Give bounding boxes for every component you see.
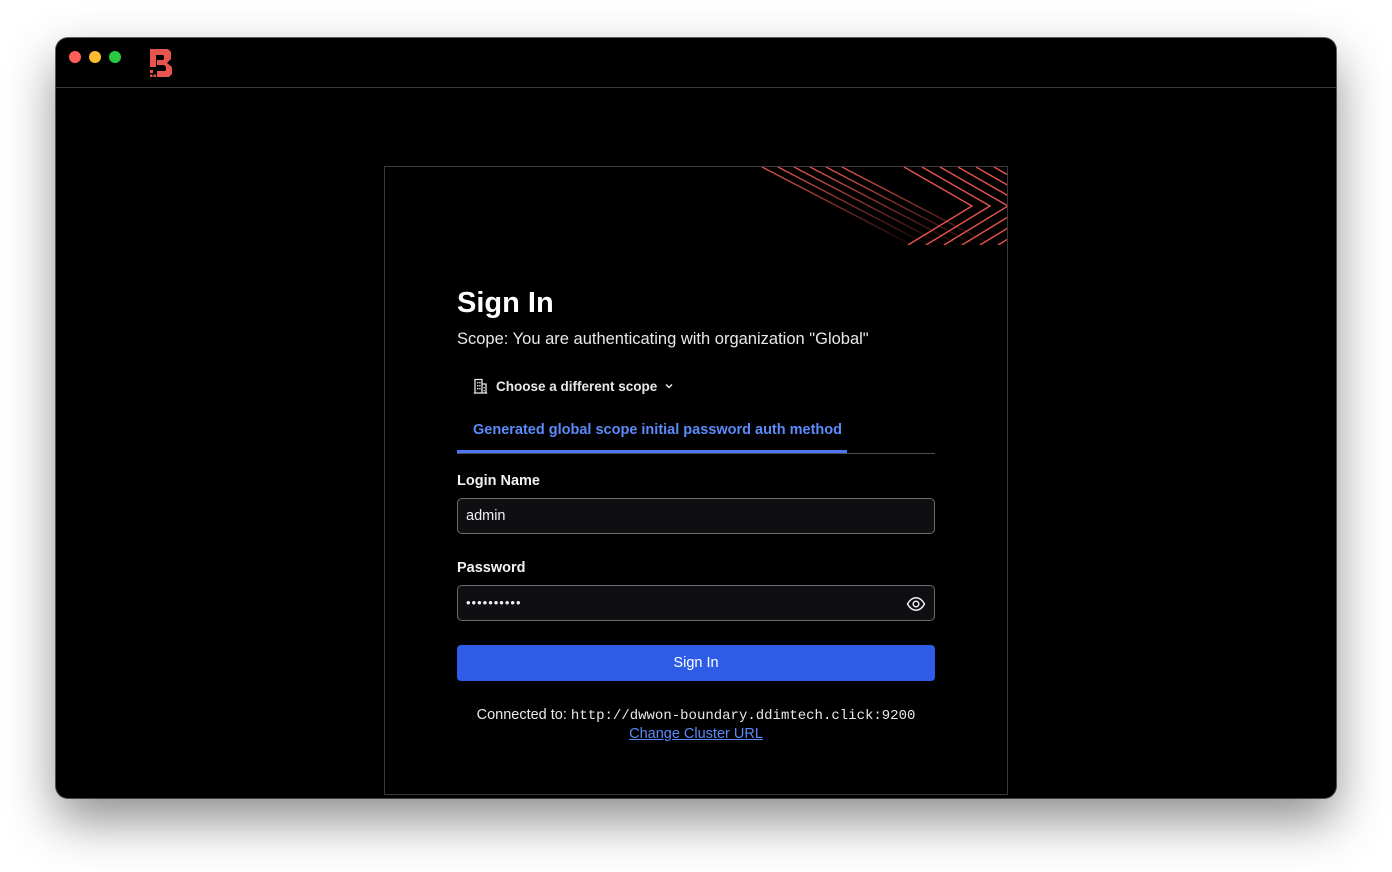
chevron-down-icon — [665, 383, 673, 389]
tab-password-auth-method[interactable]: Generated global scope initial password … — [457, 420, 847, 453]
login-name-value: admin — [466, 508, 506, 524]
password-value: •••••••••• — [466, 595, 522, 610]
signin-form: Sign In Scope: You are authenticating wi… — [457, 285, 935, 743]
page-title: Sign In — [457, 287, 554, 319]
choose-scope-button[interactable]: Choose a different scope — [473, 376, 674, 396]
cluster-url: http://dwwon-boundary.ddimtech.click:920… — [570, 708, 916, 724]
scope-description: Scope: You are authenticating with organ… — [457, 330, 869, 348]
close-window-button[interactable] — [69, 51, 81, 63]
scope-button-label: Choose a different scope — [496, 378, 658, 394]
login-name-input[interactable]: admin — [457, 498, 935, 534]
password-input[interactable]: •••••••••• — [457, 585, 935, 621]
password-label: Password — [457, 560, 526, 576]
maximize-window-button[interactable] — [109, 51, 121, 63]
signin-card: Sign In Scope: You are authenticating wi… — [384, 166, 1008, 795]
app-window: Sign In Scope: You are authenticating wi… — [56, 38, 1336, 798]
minimize-window-button[interactable] — [89, 51, 101, 63]
building-icon — [473, 378, 488, 394]
connected-label: Connected to: — [476, 707, 567, 723]
change-cluster-url-link[interactable]: Change Cluster URL — [629, 725, 763, 743]
title-bar — [56, 38, 1336, 88]
login-name-label: Login Name — [457, 473, 540, 489]
boundary-logo-icon — [150, 49, 172, 77]
decorative-stripes-icon — [762, 167, 1007, 245]
eye-icon[interactable] — [906, 594, 926, 614]
connection-info: Connected to: http://dwwon-boundary.ddim… — [457, 706, 935, 743]
sign-in-button[interactable]: Sign In — [457, 645, 935, 681]
auth-method-tabs: Generated global scope initial password … — [457, 420, 935, 454]
